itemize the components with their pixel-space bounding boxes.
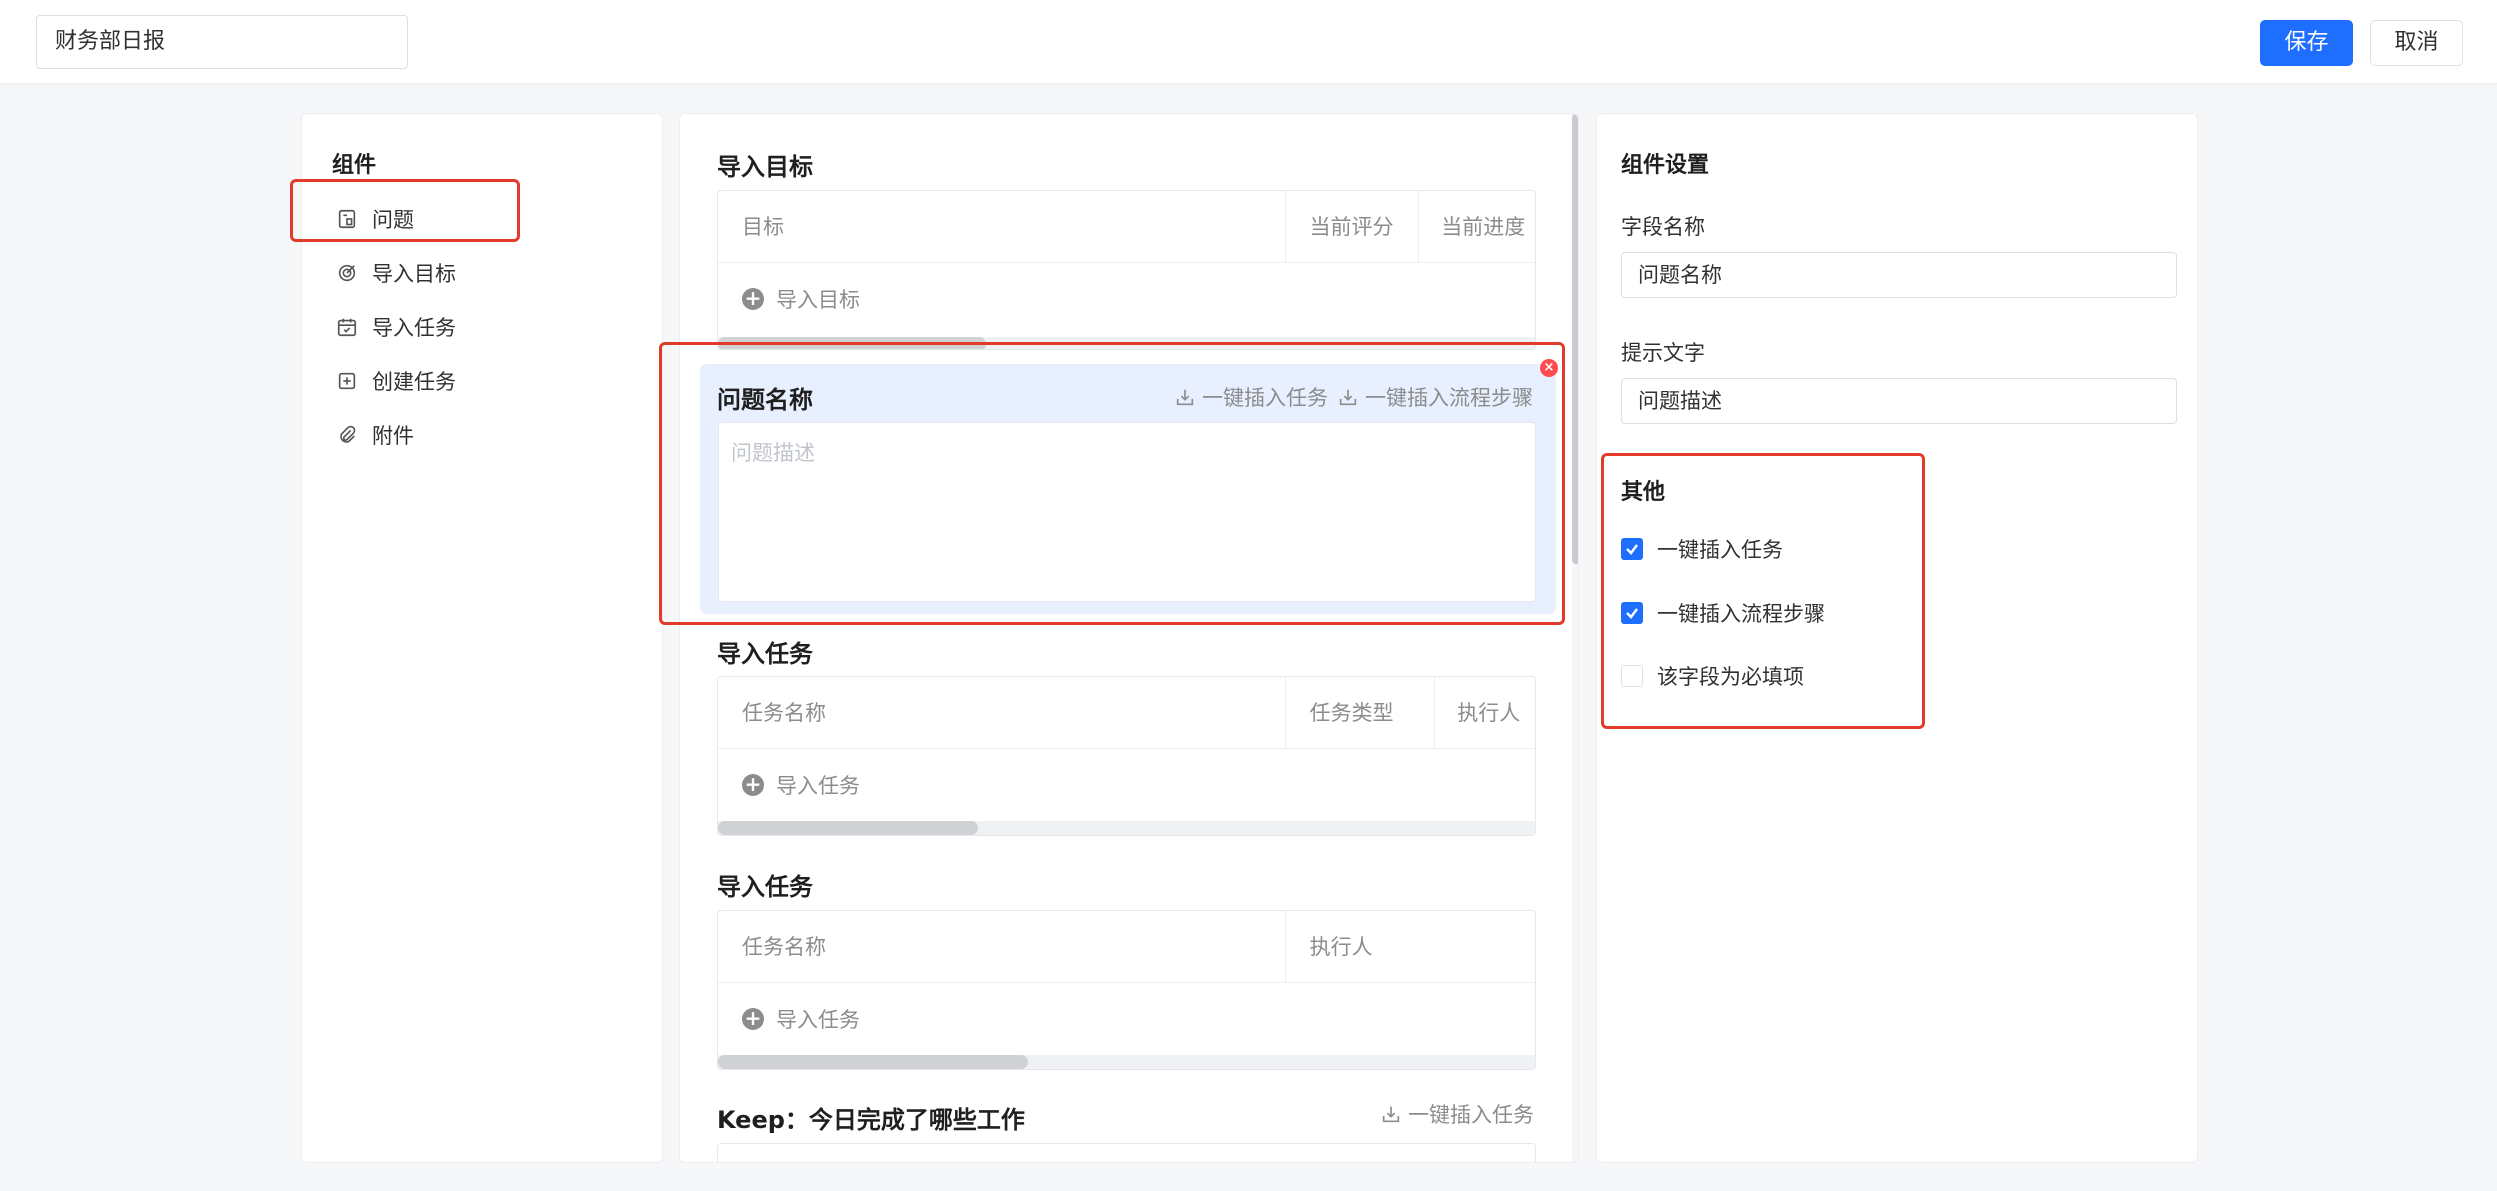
report-title-input[interactable]: 财务部日报 (36, 15, 408, 69)
option-label: 该字段为必填项 (1657, 665, 1804, 689)
insert-task-action[interactable]: 一键插入任务 (1380, 1099, 1534, 1129)
horizontal-scrollbar[interactable] (718, 337, 1535, 349)
document-icon (334, 206, 360, 232)
column-header: 任务名称 (742, 701, 826, 725)
option-insert-flow-step[interactable]: 一键插入流程步骤 (1621, 598, 1825, 628)
download-icon (1176, 389, 1194, 406)
insert-task-action[interactable]: 一键插入任务 (1174, 382, 1328, 412)
goals-table-header: 目标 当前评分 当前进度 (718, 191, 1535, 263)
column-header: 当前评分 (1284, 191, 1419, 262)
issue-block[interactable]: 问题名称 一键插入任务 一键插入流程步骤 问题描述 (700, 364, 1556, 614)
insert-flow-step-action[interactable]: 一键插入流程步骤 (1337, 382, 1533, 412)
plus-circle-icon: + (742, 774, 764, 796)
column-header: 目标 (742, 215, 784, 239)
close-icon[interactable]: × (1540, 359, 1558, 377)
scrollbar-thumb[interactable] (718, 1055, 1028, 1069)
issue-description-textarea[interactable]: 问题描述 (718, 422, 1536, 602)
goals-section-title: 导入目标 (717, 153, 813, 181)
check-icon (1626, 608, 1638, 619)
settings-panel: 组件设置 字段名称 问题名称 提示文字 问题描述 其他 一键插入任务 一键插入流… (1596, 113, 2198, 1163)
tasks-section-title: 导入任务 (717, 640, 813, 668)
component-item-issue[interactable]: 问题 (330, 192, 640, 246)
tasks-table-header: 任务名称 任务类型 执行人 (718, 677, 1535, 749)
checkbox-unchecked[interactable] (1621, 665, 1643, 687)
column-header: 执行人 (1284, 911, 1535, 982)
field-name-input[interactable]: 问题名称 (1621, 252, 2177, 298)
import-task-button[interactable]: + 导入任务 (718, 983, 1535, 1055)
components-panel: 组件 问题 导入目标 导入任务 创建任务 附件 (301, 113, 663, 1163)
option-required-field[interactable]: 该字段为必填项 (1621, 661, 1804, 691)
component-item-label: 创建任务 (372, 370, 456, 394)
option-label: 一键插入任务 (1657, 538, 1783, 562)
calendar-icon (334, 314, 360, 340)
import-task-label: 导入任务 (776, 774, 860, 798)
paperclip-icon (334, 422, 360, 448)
other-heading: 其他 (1621, 480, 1666, 505)
component-list: 问题 导入目标 导入任务 创建任务 附件 (330, 192, 640, 462)
import-goal-label: 导入目标 (776, 288, 860, 312)
plus-square-icon (334, 368, 360, 394)
settings-heading: 组件设置 (1621, 153, 1710, 178)
horizontal-scrollbar[interactable] (718, 1055, 1535, 1069)
tasks-table-header: 任务名称 执行人 (718, 911, 1535, 983)
insert-task-label: 一键插入任务 (1408, 1103, 1534, 1127)
target-icon (334, 260, 360, 286)
form-canvas: 导入目标 目标 当前评分 当前进度 + 导入目标 问题名称 一键插入任务 一键插… (679, 113, 1579, 1163)
component-item-label: 导入任务 (372, 316, 456, 340)
check-icon (1626, 544, 1638, 555)
download-icon (1339, 389, 1357, 406)
column-header: 执行人 (1434, 677, 1535, 748)
goals-table: 目标 当前评分 当前进度 + 导入目标 (717, 190, 1536, 350)
column-header: 任务名称 (742, 935, 826, 959)
column-header: 任务类型 (1284, 677, 1435, 748)
tasks-section-title: 导入任务 (717, 873, 813, 901)
component-item-label: 问题 (372, 208, 414, 232)
plus-circle-icon: + (742, 288, 764, 310)
component-item-label: 附件 (372, 424, 414, 448)
component-item-create-task[interactable]: 创建任务 (330, 354, 640, 408)
field-name-label: 字段名称 (1621, 215, 1705, 239)
issue-title: 问题名称 (717, 386, 813, 414)
checkbox-checked[interactable] (1621, 602, 1643, 624)
scrollbar-thumb[interactable] (1572, 114, 1578, 564)
hint-text-label: 提示文字 (1621, 341, 1705, 365)
tasks-table: 任务名称 任务类型 执行人 + 导入任务 (717, 676, 1536, 836)
cancel-button[interactable]: 取消 (2370, 20, 2463, 66)
column-header: 当前进度 (1418, 191, 1535, 262)
import-task-label: 导入任务 (776, 1008, 860, 1032)
insert-flow-step-label: 一键插入流程步骤 (1365, 386, 1533, 410)
tasks-table: 任务名称 执行人 + 导入任务 (717, 910, 1536, 1070)
insert-task-label: 一键插入任务 (1202, 386, 1328, 410)
import-goal-button[interactable]: + 导入目标 (718, 263, 1535, 335)
scrollbar-thumb[interactable] (718, 821, 978, 835)
checkbox-checked[interactable] (1621, 538, 1643, 560)
hint-text-input[interactable]: 问题描述 (1621, 378, 2177, 424)
top-bar: 财务部日报 保存 取消 (0, 0, 2497, 84)
keep-section-title: Keep：今日完成了哪些工作 (717, 1106, 1025, 1134)
option-label: 一键插入流程步骤 (1657, 602, 1825, 626)
keep-textarea[interactable] (717, 1143, 1536, 1162)
component-item-label: 导入目标 (372, 262, 456, 286)
scrollbar-thumb[interactable] (718, 337, 986, 349)
component-item-import-goal[interactable]: 导入目标 (330, 246, 640, 300)
components-heading: 组件 (332, 153, 377, 178)
save-button[interactable]: 保存 (2260, 20, 2353, 66)
import-task-button[interactable]: + 导入任务 (718, 749, 1535, 821)
component-item-attachment[interactable]: 附件 (330, 408, 640, 462)
horizontal-scrollbar[interactable] (718, 821, 1535, 835)
plus-circle-icon: + (742, 1008, 764, 1030)
option-insert-task[interactable]: 一键插入任务 (1621, 534, 1783, 564)
component-item-import-task[interactable]: 导入任务 (330, 300, 640, 354)
download-icon (1382, 1106, 1400, 1123)
